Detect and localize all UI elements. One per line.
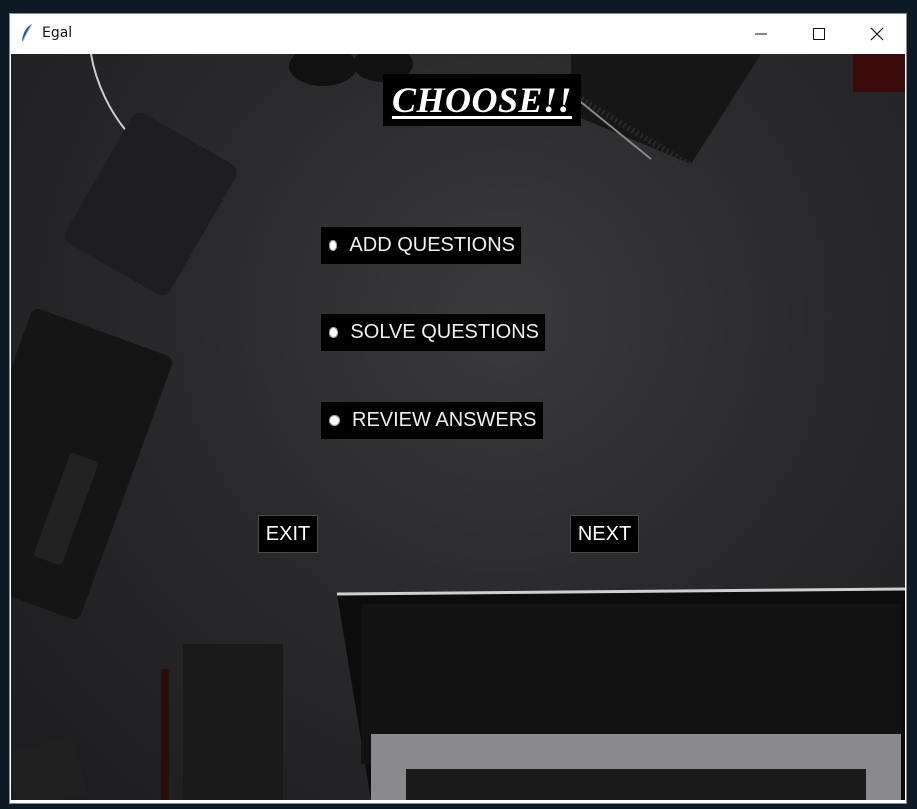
option-label: REVIEW ANSWERS (352, 409, 537, 431)
page-title: CHOOSE!! (391, 80, 573, 120)
minimize-icon (755, 33, 767, 35)
option-review-answers[interactable]: REVIEW ANSWERS (321, 402, 543, 439)
window-title: Egal (42, 25, 73, 41)
option-label: ADD QUESTIONS (349, 234, 515, 256)
minimize-button[interactable] (732, 14, 790, 54)
main-content: CHOOSE!! ADD QUESTIONS SOLVE QUESTIONS R… (11, 54, 905, 800)
close-icon (870, 27, 884, 41)
radio-button-icon[interactable] (329, 240, 338, 251)
radio-button-icon[interactable] (329, 415, 340, 426)
option-solve-questions[interactable]: SOLVE QUESTIONS (321, 314, 545, 351)
title-bar[interactable]: Egal (10, 14, 906, 54)
maximize-icon (813, 28, 825, 40)
exit-button[interactable]: EXIT (258, 515, 318, 553)
heading-box: CHOOSE!! (383, 74, 581, 126)
radio-button-icon[interactable] (329, 327, 339, 338)
app-window: Egal CHOOSE!! ADD QUESTIONS SOLVE QUESTI… (9, 13, 907, 804)
maximize-button[interactable] (790, 14, 848, 54)
close-button[interactable] (848, 14, 906, 54)
option-add-questions[interactable]: ADD QUESTIONS (321, 227, 521, 264)
option-label: SOLVE QUESTIONS (350, 321, 539, 343)
next-button[interactable]: NEXT (570, 515, 639, 553)
feather-icon (20, 23, 34, 43)
